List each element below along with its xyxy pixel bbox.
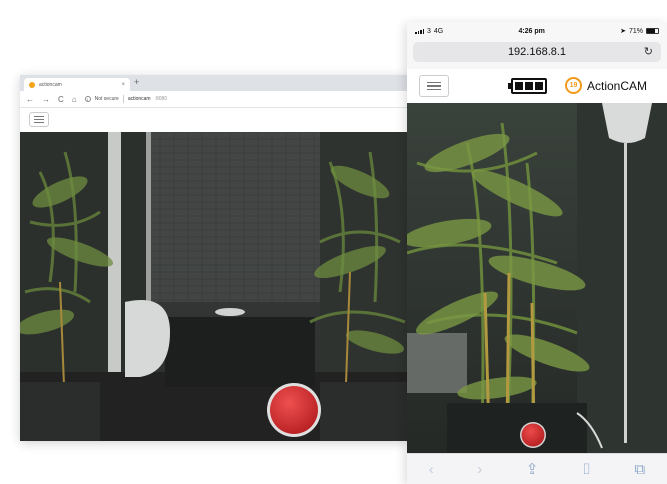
actioncam-logo: 19 ActionCAM [565,77,647,94]
info-icon[interactable]: i [84,96,91,102]
mobile-hamburger-menu-button[interactable] [419,75,449,97]
camera-battery-icon [508,78,547,94]
battery-icon [645,28,659,34]
app-header [20,108,407,132]
home-button[interactable]: ⌂ [72,95,77,104]
clock-label: 4:26 pm [518,27,545,35]
network-label: 4G [433,27,444,35]
browser-tab[interactable]: actioncam × [24,78,130,91]
screenshot-stage: actioncam × + ← → C ⌂ i Not secure actio… [0,0,667,484]
tab-strip: actioncam × + [20,75,407,91]
url-text: actioncam [127,96,151,102]
bookmarks-icon[interactable]: ⌷ [582,461,591,478]
desktop-browser-window: actioncam × + ← → C ⌂ i Not secure actio… [20,75,407,441]
back-button[interactable]: ← [26,95,34,104]
tab-close-icon[interactable]: × [121,82,125,88]
record-button[interactable] [270,386,318,434]
mobile-address-bar[interactable]: 192.168.8.1 ↻ [413,42,661,62]
logo-text: ActionCAM [587,78,648,93]
reload-icon[interactable]: ↻ [644,45,653,58]
camera-video-feed [20,132,407,441]
battery-percent: 71% [628,27,643,35]
address-bar[interactable]: i Not secure actioncam:8080 [84,95,168,103]
favicon-icon [29,81,35,88]
new-tab-button[interactable]: + [134,77,139,87]
forward-icon[interactable]: › [477,461,482,478]
logo-badge: 19 [565,77,582,94]
tab-title: actioncam [39,81,62,88]
carrier-label: 3 [427,27,431,35]
forward-button[interactable]: → [42,95,50,104]
mobile-camera-video-feed [407,103,667,453]
browser-toolbar: ← → C ⌂ i Not secure actioncam:8080 [20,91,407,108]
mobile-app-header: 19 ActionCAM [407,69,667,103]
security-label: Not secure [94,96,119,102]
share-icon[interactable]: ⇪ [526,460,539,478]
location-icon: ➤ [620,28,626,35]
mobile-phone-screen: 3 4G 4:26 pm ➤ 71% 192.168.8.1 ↻ 19 Acti… [407,22,667,484]
mobile-record-button[interactable] [521,423,545,447]
status-bar: 3 4G 4:26 pm ➤ 71% [407,22,667,40]
mobile-url-text: 192.168.8.1 [507,46,567,58]
divider [122,95,124,103]
signal-icon [415,28,424,34]
url-port: :8080 [154,96,168,102]
reload-button[interactable]: C [58,95,64,104]
tabs-icon[interactable]: ⧉ [634,461,645,478]
hamburger-menu-button[interactable] [29,112,49,127]
back-icon[interactable]: ‹ [429,461,434,478]
safari-bottom-toolbar: ‹ › ⇪ ⌷ ⧉ [407,453,667,484]
